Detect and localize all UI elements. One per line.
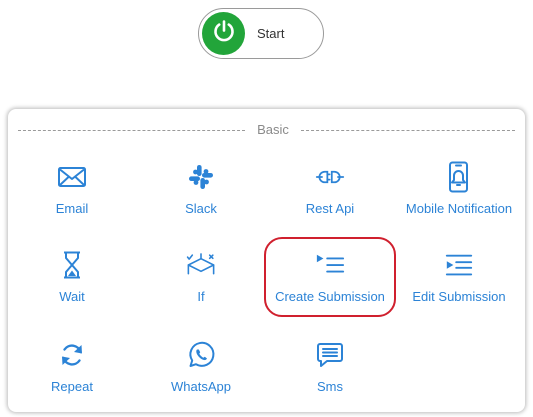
action-whatsapp[interactable]: WhatsApp <box>138 340 264 417</box>
action-email[interactable]: Email <box>9 162 135 248</box>
power-icon <box>211 18 237 49</box>
plug-icon <box>315 162 345 192</box>
action-label: WhatsApp <box>171 379 231 394</box>
section-title: Basic <box>257 122 289 137</box>
slack-icon <box>186 162 216 192</box>
action-label: Sms <box>317 379 343 394</box>
list-indent-icon <box>315 250 345 280</box>
action-create-submission[interactable]: Create Submission <box>267 250 393 336</box>
refresh-icon <box>57 340 87 370</box>
action-if[interactable]: If <box>138 250 264 336</box>
action-label: Mobile Notification <box>405 201 513 216</box>
hourglass-icon <box>57 250 87 280</box>
start-label: Start <box>257 26 285 41</box>
start-knob[interactable] <box>202 12 245 55</box>
chat-icon <box>315 340 345 370</box>
actions-panel: Basic Email Slack Rest Api Mobile Notifi… <box>8 109 525 412</box>
action-wait[interactable]: Wait <box>9 250 135 336</box>
whatsapp-icon <box>186 340 216 370</box>
action-label: Email <box>55 201 89 216</box>
action-mobile-notification[interactable]: Mobile Notification <box>396 161 522 248</box>
section-divider-left <box>18 130 245 131</box>
start-toggle[interactable]: Start <box>198 8 324 59</box>
action-label: Create Submission <box>275 289 385 304</box>
action-sms[interactable]: Sms <box>267 340 393 417</box>
action-label: Wait <box>59 289 85 304</box>
action-slack[interactable]: Slack <box>138 162 264 248</box>
action-edit-submission[interactable]: Edit Submission <box>396 250 522 336</box>
list-indent-icon <box>444 250 474 280</box>
section-divider-right <box>301 130 515 131</box>
action-label: If <box>197 289 205 304</box>
workflow-canvas: Start Basic Email Slack Rest Api Mobile … <box>0 0 533 417</box>
section-header: Basic <box>18 121 515 139</box>
mobile-bell-icon <box>444 161 474 193</box>
action-repeat[interactable]: Repeat <box>9 340 135 417</box>
action-label: Rest Api <box>305 201 355 216</box>
action-label: Repeat <box>51 379 93 394</box>
envelope-icon <box>57 162 87 192</box>
action-label: Slack <box>185 201 217 216</box>
action-rest-api[interactable]: Rest Api <box>267 162 393 248</box>
branch-icon <box>186 250 216 280</box>
action-label: Edit Submission <box>412 289 506 304</box>
